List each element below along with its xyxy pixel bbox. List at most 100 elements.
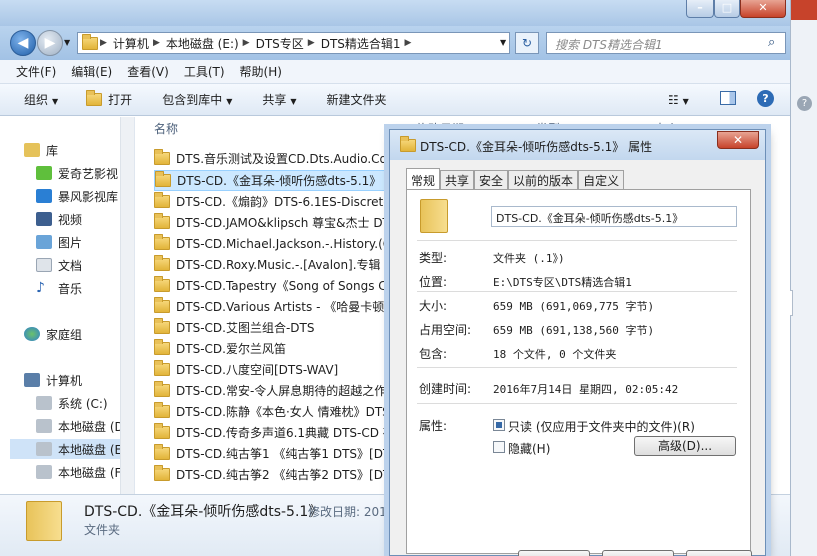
share-button[interactable]: 共享 ▼ xyxy=(262,91,296,108)
view-options-icon[interactable]: ☷ ▼ xyxy=(668,93,689,107)
drive-icon xyxy=(36,465,52,479)
tab-customize[interactable]: 自定义 xyxy=(578,170,625,189)
column-name[interactable]: 名称 xyxy=(136,117,178,141)
folder-name-field[interactable]: DTS-CD.《金耳朵-倾听伤感dts-5.1》 xyxy=(491,206,737,227)
type-label: 类型: xyxy=(419,251,448,265)
chevron-down-icon: ▼ xyxy=(290,97,297,106)
file-row[interactable]: DTS-CD.《煽韵》DTS-6.1ES-Discrete xyxy=(154,191,424,212)
chevron-right-icon: ▶ xyxy=(152,38,160,48)
menu-file[interactable]: 文件(F) xyxy=(16,63,56,80)
open-label: 打开 xyxy=(108,93,133,107)
menu-help[interactable]: 帮助(H) xyxy=(240,63,282,80)
nav-music[interactable]: ♪ 音乐 xyxy=(36,278,82,298)
nav-drive-f[interactable]: 本地磁盘 (F xyxy=(36,462,121,482)
nav-drive-e[interactable]: 本地磁盘 (E xyxy=(10,439,122,459)
file-row[interactable]: DTS-CD.纯古筝1 《纯古筝1 DTS》[DTS xyxy=(154,443,424,464)
share-label: 共享 xyxy=(262,93,287,107)
dialog-close-button[interactable]: ✕ xyxy=(717,131,759,149)
tab-previous-versions[interactable]: 以前的版本 xyxy=(508,170,579,189)
refresh-button[interactable]: ↻ xyxy=(515,32,539,54)
folder-icon xyxy=(154,192,170,208)
file-row[interactable]: DTS-CD.八度空间[DTS-WAV] xyxy=(154,359,424,380)
nav-iqiyi[interactable]: 爱奇艺影视 xyxy=(36,163,118,183)
readonly-label[interactable]: 只读 (仅应用于文件夹中的文件)(R) xyxy=(508,418,695,435)
tab-general[interactable]: 常规 xyxy=(406,168,441,189)
breadcrumb-dts-zone[interactable]: DTS专区 xyxy=(256,35,304,52)
nav-drive-c[interactable]: 系统 (C:) xyxy=(36,393,108,413)
nav-baofeng[interactable]: 暴风影视库 xyxy=(36,186,118,206)
divider xyxy=(417,367,737,368)
file-row[interactable]: DTS-CD.Various Artists - 《哈曼卡顿5. xyxy=(154,296,424,317)
apply-button[interactable] xyxy=(686,550,752,556)
hidden-label[interactable]: 隐藏(H) xyxy=(508,440,550,457)
created-value: 2016年7月14日 星期四, 02:05:42 xyxy=(493,383,679,396)
back-button[interactable]: ◀ xyxy=(10,30,36,56)
close-button[interactable]: ✕ xyxy=(740,0,786,18)
file-row[interactable]: DTS-CD.JAMO&klipsch 尊宝&杰士 DT xyxy=(154,212,424,233)
hidden-checkbox[interactable] xyxy=(493,441,505,453)
advanced-button[interactable]: 高级(D)... xyxy=(634,436,736,456)
details-modified: 修改日期: 2016 xyxy=(308,505,395,519)
size-value: 659 MB (691,069,775 字节) xyxy=(493,300,655,313)
nav-libraries[interactable]: 库 xyxy=(24,140,58,160)
background-close-button[interactable] xyxy=(791,0,817,20)
cancel-button[interactable] xyxy=(602,550,674,556)
folder-icon xyxy=(154,381,170,397)
music-icon: ♪ xyxy=(36,280,45,296)
open-button[interactable]: 打开 xyxy=(86,90,133,108)
file-row[interactable]: DTS-CD.Roxy.Music.-.[Avalon].专辑 xyxy=(154,254,424,275)
folder-icon xyxy=(400,136,416,152)
recent-pages-dropdown[interactable]: ▼ xyxy=(64,38,70,47)
nav-label: 图片 xyxy=(58,235,83,250)
file-row[interactable]: DTS-CD.常安-令人屏息期待的超越之作- xyxy=(154,380,424,401)
file-row-selected[interactable]: DTS-CD.《金耳朵-倾听伤感dts-5.1》 xyxy=(154,170,424,191)
search-icon[interactable]: ⌕ xyxy=(768,35,775,50)
tab-security[interactable]: 安全 xyxy=(474,170,509,189)
file-row[interactable]: DTS-CD.Tapestry《Song of Songs Co xyxy=(154,275,424,296)
file-row[interactable]: DTS-CD.爱尔兰风笛 xyxy=(154,338,424,359)
ok-button[interactable] xyxy=(518,550,590,556)
menu-tools[interactable]: 工具(T) xyxy=(184,63,225,80)
nav-computer[interactable]: 计算机 xyxy=(24,370,82,390)
preview-pane-icon[interactable] xyxy=(720,91,736,105)
file-row[interactable]: DTS-CD.纯古筝2 《纯古筝2 DTS》[DTS xyxy=(154,464,424,485)
file-name: DTS-CD.爱尔兰风笛 xyxy=(176,342,286,356)
nav-pictures[interactable]: 图片 xyxy=(36,232,82,252)
file-row[interactable]: DTS.音乐测试及设置CD.Dts.Audio.Cd.- xyxy=(154,148,424,169)
forward-button[interactable]: ▶ xyxy=(37,30,63,56)
file-name: DTS-CD.纯古筝2 《纯古筝2 DTS》[DTS xyxy=(176,468,398,482)
minimize-button[interactable]: – xyxy=(686,0,714,18)
file-row[interactable]: DTS-CD.Michael.Jackson.-.History.(C. xyxy=(154,233,424,254)
nav-documents[interactable]: 文档 xyxy=(36,255,82,275)
help-icon[interactable]: ? xyxy=(757,90,774,107)
baofeng-icon xyxy=(36,189,52,203)
file-row[interactable]: DTS-CD.艾图兰组合-DTS xyxy=(154,317,424,338)
menu-edit[interactable]: 编辑(E) xyxy=(71,63,112,80)
folder-icon xyxy=(154,297,170,313)
address-bar[interactable]: ▶ 计算机 ▶ 本地磁盘 (E:) ▶ DTS专区 ▶ DTS精选合辑1 ▶ xyxy=(77,32,510,54)
breadcrumb-current[interactable]: DTS精选合辑1 xyxy=(321,35,401,52)
new-folder-button[interactable]: 新建文件夹 xyxy=(327,91,387,108)
nav-homegroup[interactable]: 家庭组 xyxy=(24,324,82,344)
nav-videos[interactable]: 视频 xyxy=(36,209,82,229)
nav-label: 计算机 xyxy=(46,373,83,388)
readonly-checkbox[interactable] xyxy=(493,419,505,431)
navigation-pane: 库 爱奇艺影视 暴风影视库 视频 图片 文档 ♪ 音乐 家庭组 计算机 系统 (C… xyxy=(0,117,135,494)
breadcrumb-computer[interactable]: 计算机 xyxy=(113,35,149,52)
tab-sharing[interactable]: 共享 xyxy=(440,170,475,189)
file-row[interactable]: DTS-CD.传奇多声道6.1典藏 DTS-CD 夜 xyxy=(154,422,424,443)
search-input[interactable]: 搜索 DTS精选合辑1 xyxy=(546,32,786,54)
address-dropdown-button[interactable]: ▼ xyxy=(500,38,506,47)
breadcrumb-disk-e[interactable]: 本地磁盘 (E:) xyxy=(166,35,239,52)
maximize-button[interactable]: □ xyxy=(714,0,740,18)
menu-bar: 文件(F) 编辑(E) 查看(V) 工具(T) 帮助(H) xyxy=(0,60,790,84)
nav-label: 音乐 xyxy=(58,281,83,296)
file-row[interactable]: DTS-CD.陈静《本色·女人 情难枕》DTS xyxy=(154,401,424,422)
nav-drive-d[interactable]: 本地磁盘 (D xyxy=(36,416,124,436)
chevron-down-icon: ▼ xyxy=(52,97,59,106)
nav-scrollbar[interactable] xyxy=(120,117,134,494)
menu-view[interactable]: 查看(V) xyxy=(127,63,169,80)
folder-icon xyxy=(26,501,62,541)
include-in-library-button[interactable]: 包含到库中 ▼ xyxy=(162,91,232,108)
organize-button[interactable]: 组织 ▼ xyxy=(24,91,58,108)
